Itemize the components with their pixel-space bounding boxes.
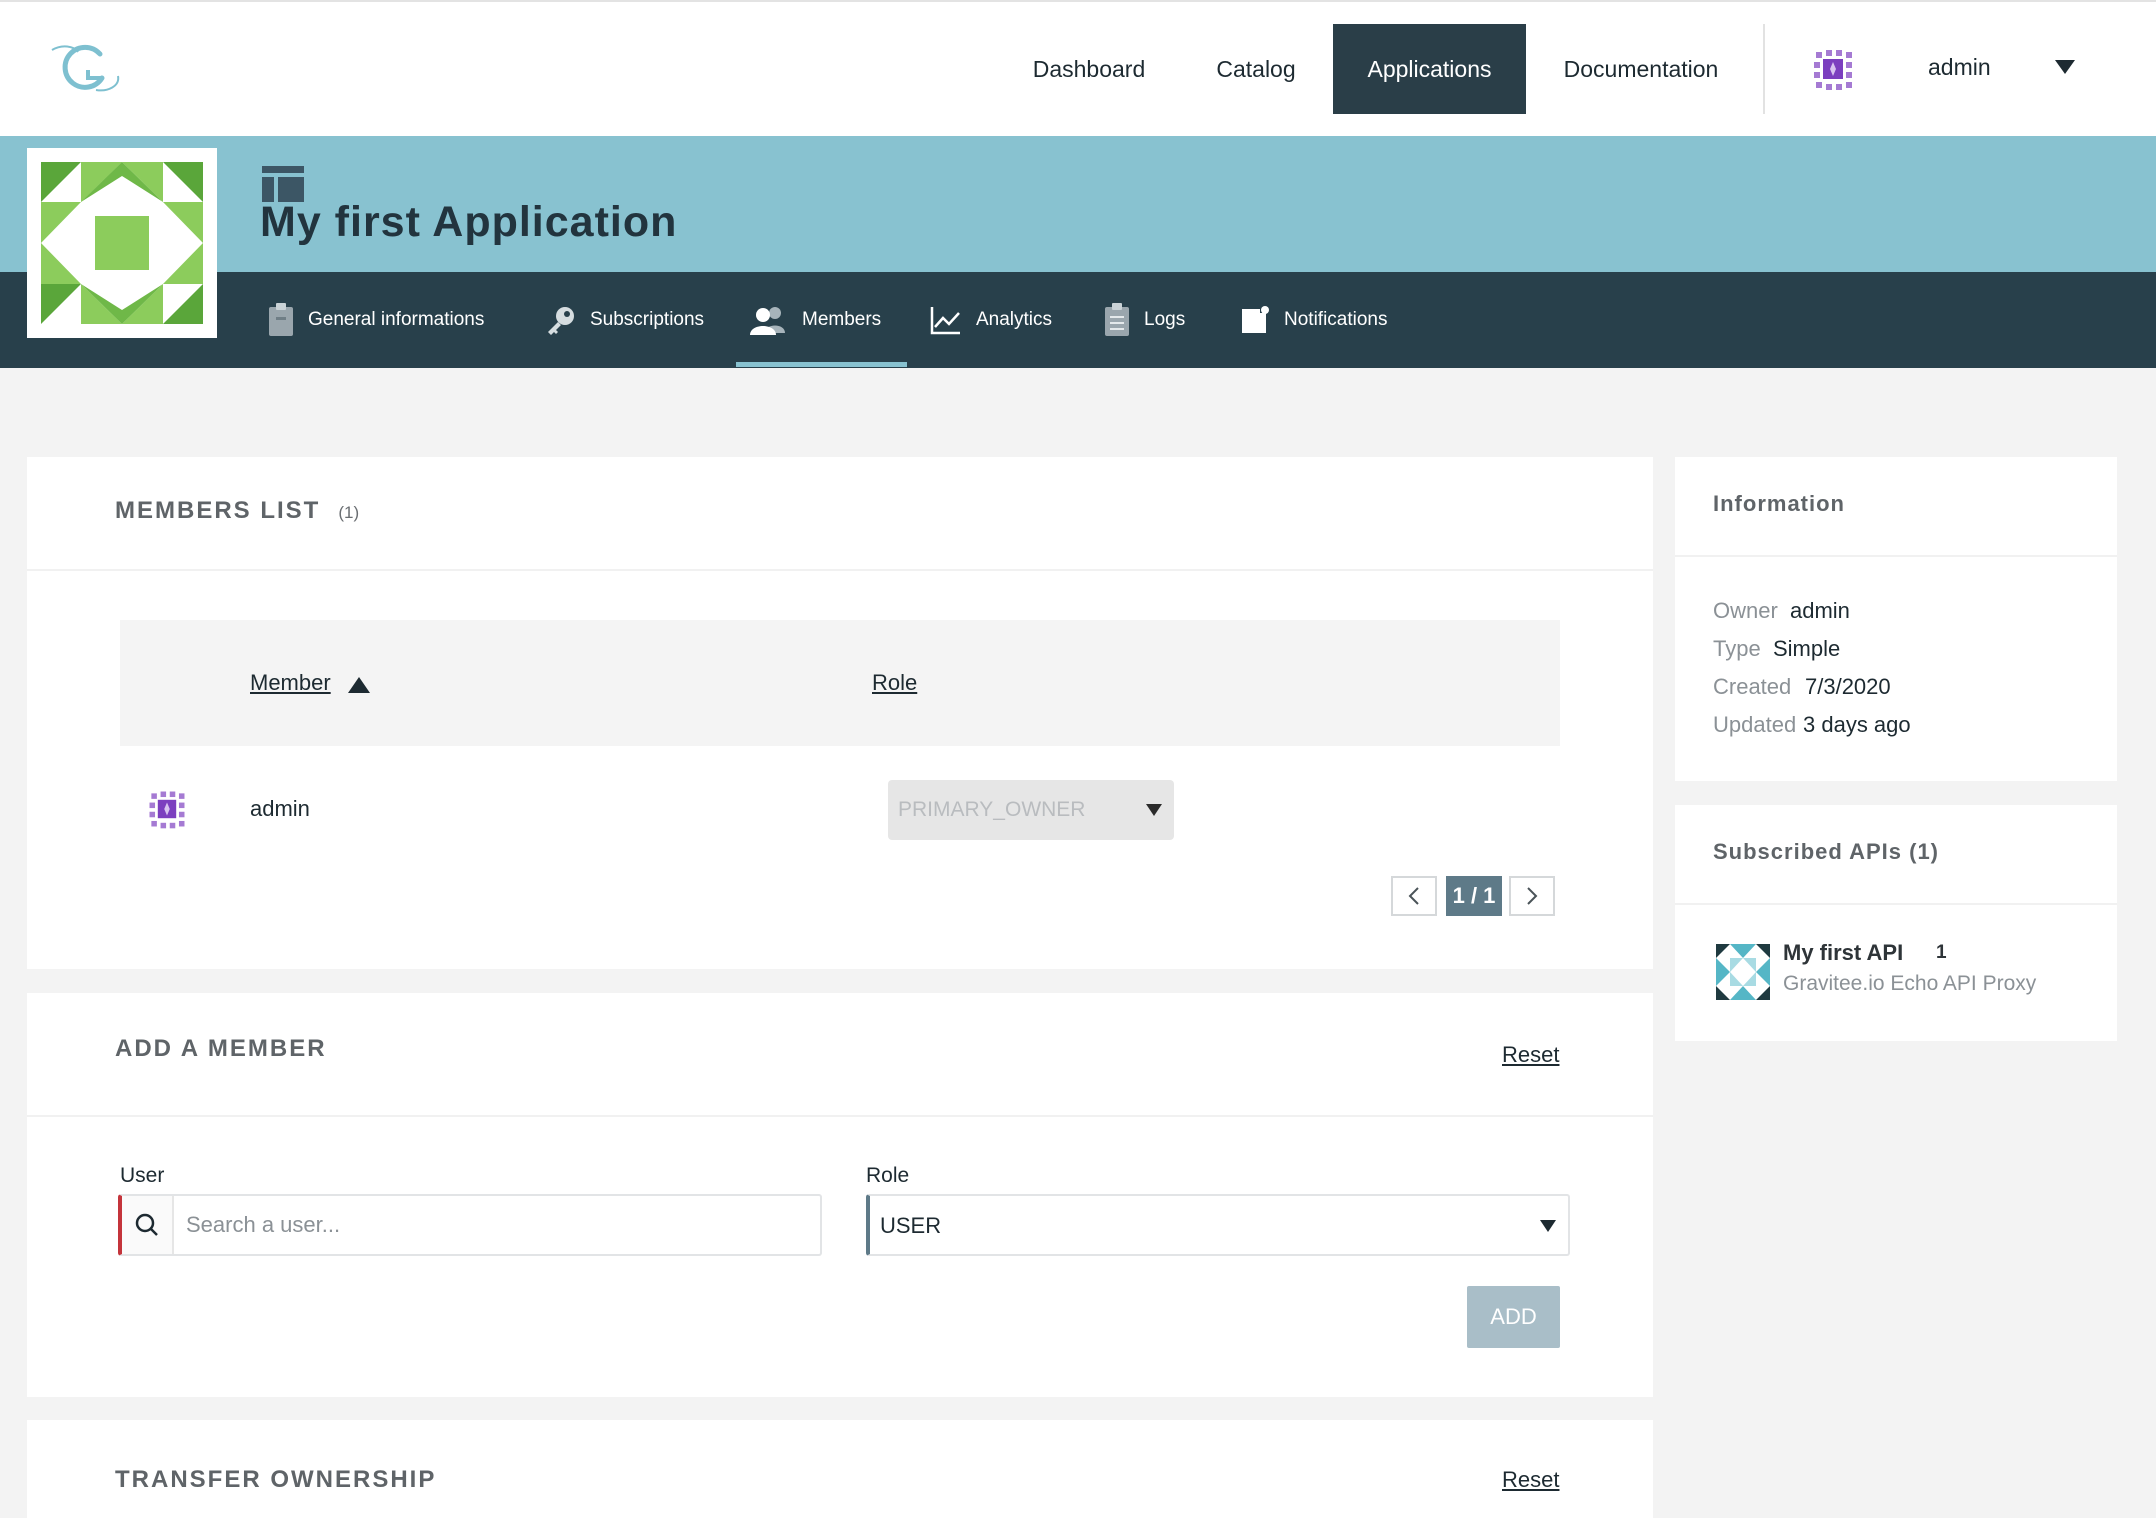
owner-label: Owner <box>1713 598 1778 623</box>
chevron-right-icon <box>1527 887 1538 905</box>
user-name[interactable]: admin <box>1928 54 1991 81</box>
user-search-field[interactable] <box>118 1194 822 1256</box>
role-dropdown[interactable]: USER <box>866 1194 1570 1256</box>
members-list-title: MEMBERS LIST (1) <box>115 497 359 525</box>
created-value: 7/3/2020 <box>1805 674 1891 699</box>
user-search-input[interactable] <box>176 1196 816 1254</box>
tab-analytics[interactable]: Analytics <box>930 272 1052 368</box>
api-version: 1 <box>1936 942 1947 963</box>
created-label: Created <box>1713 674 1792 699</box>
chevron-left-icon <box>1408 887 1419 905</box>
sort-ascending-icon[interactable] <box>348 677 370 693</box>
role-field-label: Role <box>866 1164 910 1187</box>
nav-divider <box>1763 24 1765 114</box>
app-avatar <box>27 148 217 338</box>
tab-logs[interactable]: Logs <box>1104 272 1185 368</box>
pager-prev-button[interactable] <box>1391 876 1437 916</box>
nav-documentation[interactable]: Documentation <box>1545 24 1737 114</box>
type-value: Simple <box>1773 636 1841 661</box>
nav-dashboard[interactable]: Dashboard <box>1005 24 1173 114</box>
role-dropdown-value: USER <box>880 1213 942 1238</box>
card-divider <box>27 1115 1653 1117</box>
tab-members[interactable]: Members <box>750 272 881 368</box>
transfer-reset-link[interactable]: Reset <box>1502 1467 1559 1493</box>
api-name[interactable]: My first API <box>1783 940 1903 966</box>
tab-label: General informations <box>308 309 485 330</box>
app-identicon <box>41 162 203 324</box>
owner-value: admin <box>1790 598 1850 623</box>
tab-notifications[interactable]: Notifications <box>1240 272 1388 368</box>
subscribed-apis-title: Subscribed APIs (1) <box>1713 839 1940 864</box>
member-name: admin <box>250 796 310 821</box>
tab-label: Subscriptions <box>590 309 705 330</box>
add-member-button[interactable]: ADD <box>1467 1286 1560 1348</box>
chevron-down-icon <box>1540 1220 1556 1232</box>
tab-label: Analytics <box>976 309 1053 330</box>
subscribed-apis-card: Subscribed APIs (1) <box>1675 805 2117 1041</box>
member-role-select: PRIMARY_OWNER <box>888 780 1174 840</box>
member-avatar <box>149 791 185 829</box>
chart-icon <box>930 307 960 335</box>
api-identicon[interactable] <box>1716 944 1770 1000</box>
app-title: My first Application <box>260 198 678 246</box>
search-icon-box <box>122 1196 174 1254</box>
card-divider <box>27 569 1653 571</box>
tab-label: Notifications <box>1284 309 1388 330</box>
search-icon <box>135 1213 158 1236</box>
active-tab-indicator <box>736 362 907 367</box>
notification-icon <box>1242 306 1269 333</box>
column-member-header[interactable]: Member <box>250 670 331 696</box>
member-role-value: PRIMARY_OWNER <box>898 798 1086 821</box>
nav-catalog[interactable]: Catalog <box>1186 24 1326 114</box>
gravitee-logo[interactable] <box>48 40 124 96</box>
nav-applications[interactable]: Applications <box>1333 24 1526 114</box>
transfer-ownership-title: TRANSFER OWNERSHIP <box>115 1466 437 1493</box>
user-avatar[interactable] <box>1808 44 1858 94</box>
card-divider <box>1675 555 2117 557</box>
updated-label: Updated <box>1713 712 1797 737</box>
tab-subscriptions[interactable]: Subscriptions <box>546 272 704 368</box>
pager-current-page: 1 / 1 <box>1446 876 1502 916</box>
members-count: (1) <box>338 503 360 522</box>
information-title: Information <box>1713 491 1845 516</box>
chevron-down-icon <box>1146 804 1162 816</box>
users-icon <box>750 307 785 335</box>
type-label: Type <box>1713 636 1761 661</box>
tab-general-informations[interactable]: General informations <box>268 272 484 368</box>
api-description: Gravitee.io Echo API Proxy <box>1783 972 2037 995</box>
chevron-down-icon[interactable] <box>2055 60 2075 74</box>
updated-value: 3 days ago <box>1803 712 1911 737</box>
members-table-header <box>120 620 1560 746</box>
clipboard-icon <box>269 303 293 336</box>
add-member-title: ADD A MEMBER <box>115 1035 327 1062</box>
card-divider <box>1675 903 2117 905</box>
user-field-label: User <box>120 1164 165 1187</box>
members-list-heading: MEMBERS LIST <box>115 497 321 524</box>
add-member-reset-link[interactable]: Reset <box>1502 1042 1559 1068</box>
pager-next-button[interactable] <box>1509 876 1555 916</box>
list-icon <box>1105 303 1129 336</box>
tab-label: Logs <box>1144 309 1186 330</box>
key-icon <box>548 307 574 335</box>
tab-label: Members <box>802 309 882 330</box>
column-role-header[interactable]: Role <box>872 670 917 696</box>
application-icon <box>262 166 304 202</box>
transfer-ownership-card: TRANSFER OWNERSHIP <box>27 1420 1653 1518</box>
